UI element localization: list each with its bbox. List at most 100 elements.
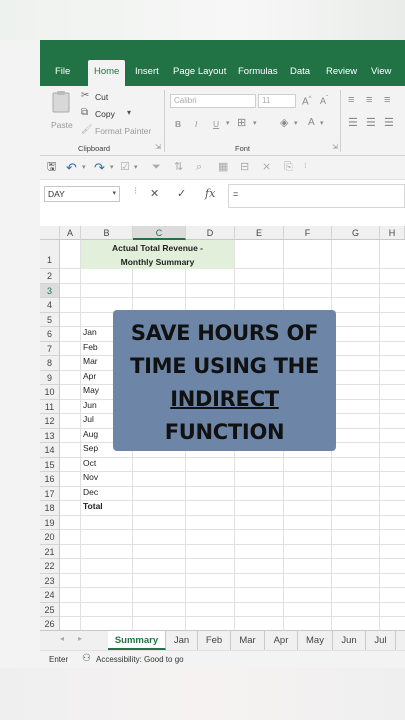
align-left-icon[interactable]: ☰ [348, 118, 358, 129]
font-name-box[interactable]: Calibri [170, 94, 256, 108]
italic-button[interactable]: I [195, 119, 197, 129]
redo-dropdown-icon[interactable]: ▾ [110, 164, 114, 171]
row-header[interactable]: 16 [40, 472, 60, 487]
tab-page-layout[interactable]: Page Layout [173, 66, 226, 77]
row-header[interactable]: 7 [40, 341, 60, 356]
scroll-right-icon[interactable]: ▸ [78, 634, 82, 643]
cancel-icon[interactable]: ✕ [150, 187, 159, 200]
row-header[interactable]: 10 [40, 385, 60, 400]
month-cell[interactable]: Mar [83, 356, 98, 366]
tab-home[interactable]: Home [88, 60, 126, 86]
check-icon[interactable]: ☑ [120, 162, 130, 173]
paste-button[interactable]: Paste [50, 90, 74, 132]
fill-color-icon[interactable]: ◈ [280, 118, 288, 129]
increase-font-icon[interactable]: A^ [302, 96, 312, 107]
sort-icon[interactable]: ⇅ [174, 162, 183, 173]
month-cell[interactable]: Jun [83, 400, 97, 410]
formula-input[interactable]: = [228, 184, 405, 208]
month-cell[interactable]: Jan [83, 327, 97, 337]
row-header[interactable]: 6 [40, 327, 60, 342]
sheet-tab-may[interactable]: May [298, 631, 333, 650]
find-icon[interactable]: ⌕ [196, 162, 202, 173]
row-header[interactable]: 3 [40, 283, 60, 298]
format-painter-button[interactable]: Format Painter [95, 126, 151, 136]
row-header[interactable]: 5 [40, 312, 60, 327]
name-box-dropdown-icon[interactable]: ▾ [112, 189, 116, 197]
month-cell[interactable]: Aug [83, 429, 98, 439]
font-color-dropdown-icon[interactable]: ▾ [320, 120, 324, 127]
tab-view[interactable]: View [371, 66, 391, 77]
save-icon[interactable]: 🖫 [47, 162, 56, 173]
row-header[interactable]: 18 [40, 501, 60, 516]
cut-button[interactable]: Cut [95, 92, 108, 102]
sheet-tab-feb[interactable]: Feb [198, 631, 231, 650]
redo-icon[interactable]: ↷ [94, 161, 105, 174]
month-cell[interactable]: Nov [83, 472, 98, 482]
row-header[interactable]: 15 [40, 457, 60, 472]
clipboard-launcher-icon[interactable]: ⇲ [155, 144, 161, 151]
row-header[interactable]: 20 [40, 530, 60, 545]
accessibility-status[interactable]: Accessibility: Good to go [96, 655, 184, 664]
row-header[interactable]: 4 [40, 298, 60, 313]
row-header[interactable]: 9 [40, 370, 60, 385]
align-center-icon[interactable]: ☰ [366, 118, 376, 129]
tab-formulas[interactable]: Formulas [238, 66, 278, 77]
tab-insert[interactable]: Insert [135, 66, 159, 77]
filter-icon[interactable]: ⏷ [152, 162, 161, 173]
sheet-icon[interactable]: ▦ [218, 162, 228, 173]
row-header[interactable]: 8 [40, 356, 60, 371]
borders-icon[interactable]: ⊞ [237, 118, 246, 129]
sheet-tab-mar[interactable]: Mar [231, 631, 265, 650]
column-header-c[interactable]: C [133, 226, 186, 240]
clear-icon[interactable]: ⨯ [262, 162, 271, 173]
scroll-left-icon[interactable]: ◂ [60, 634, 64, 643]
borders-dropdown-icon[interactable]: ▾ [253, 120, 257, 127]
sheet-tab-jan[interactable]: Jan [166, 631, 198, 650]
name-box[interactable]: DAY ▾ [44, 186, 120, 202]
column-header-e[interactable]: E [235, 226, 284, 240]
row-header[interactable]: 13 [40, 428, 60, 443]
paste-special-icon[interactable]: ⎘ [284, 162, 293, 173]
font-color-icon[interactable]: A [308, 118, 315, 128]
customize-qat-icon[interactable]: ⁝ [304, 162, 307, 170]
decrease-font-icon[interactable]: Aˇ [320, 96, 328, 106]
row-header[interactable]: 11 [40, 399, 60, 414]
grid-icon[interactable]: ⊟ [240, 162, 249, 173]
select-all-corner[interactable] [40, 226, 60, 240]
undo-icon[interactable]: ↶ [66, 161, 77, 174]
summary-title-cell[interactable]: Actual Total Revenue - Monthly Summary [81, 240, 234, 269]
column-header-g[interactable]: G [332, 226, 380, 240]
tab-data[interactable]: Data [290, 66, 310, 77]
sheet-tab-summary[interactable]: Summary [108, 631, 166, 650]
sheet-tab-apr[interactable]: Apr [265, 631, 298, 650]
month-cell[interactable]: Sep [83, 443, 98, 453]
sheet-tab-jul[interactable]: Jul [366, 631, 396, 650]
align-top-icon[interactable]: ≡ [348, 95, 354, 106]
column-header-f[interactable]: F [284, 226, 332, 240]
underline-button[interactable]: U [213, 119, 219, 129]
accessibility-icon[interactable]: ⚇ [82, 653, 91, 664]
copy-button[interactable]: Copy [95, 109, 115, 119]
bold-button[interactable]: B [175, 119, 181, 129]
column-header-a[interactable]: A [60, 226, 81, 240]
row-header[interactable]: 21 [40, 544, 60, 559]
insert-function-icon[interactable]: fx [205, 187, 215, 200]
total-label-cell[interactable]: Total [83, 501, 103, 511]
month-cell[interactable]: May [83, 385, 99, 395]
tab-file[interactable]: File [55, 66, 70, 77]
month-cell[interactable]: Oct [83, 458, 96, 468]
row-header[interactable]: 19 [40, 515, 60, 530]
align-bottom-icon[interactable]: ≡ [384, 95, 390, 106]
month-cell[interactable]: Jul [83, 414, 94, 424]
row-header[interactable]: 24 [40, 588, 60, 603]
tab-review[interactable]: Review [326, 66, 357, 77]
row-header[interactable]: 23 [40, 573, 60, 588]
month-cell[interactable]: Apr [83, 371, 96, 381]
sheet-tab-jun[interactable]: Jun [333, 631, 366, 650]
column-header-b[interactable]: B [81, 226, 133, 240]
font-launcher-icon[interactable]: ⇲ [332, 144, 338, 151]
column-header-d[interactable]: D [186, 226, 235, 240]
fill-dropdown-icon[interactable]: ▾ [294, 120, 298, 127]
copy-dropdown-icon[interactable]: ▾ [127, 109, 131, 117]
enter-icon[interactable]: ✓ [177, 187, 186, 200]
